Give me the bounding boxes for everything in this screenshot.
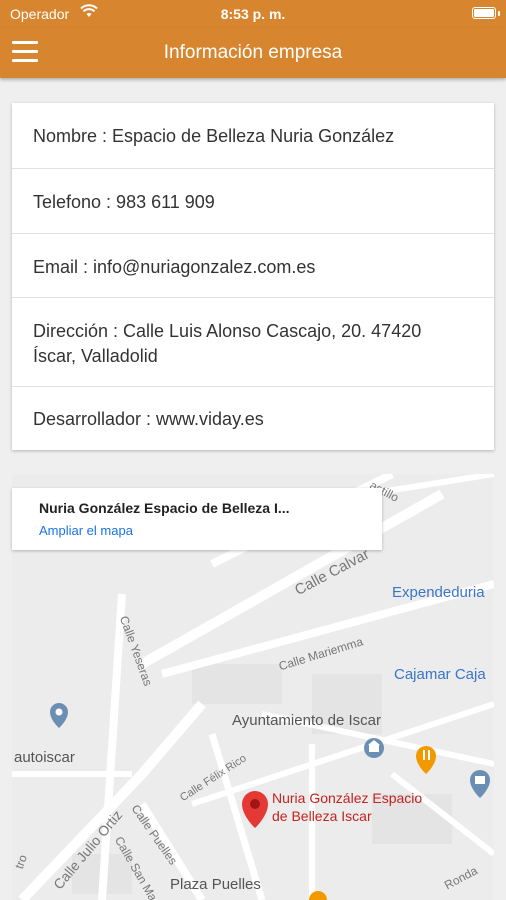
page-title: Información empresa — [163, 42, 343, 63]
map-place-card: Nuria González Espacio de Belleza I... A… — [12, 488, 382, 550]
app-bar: Información empresa — [0, 28, 506, 78]
info-email: Email : info@nuriagonzalez.com.es — [33, 257, 316, 277]
poi-expendeduria[interactable]: Expendeduria — [392, 584, 485, 601]
map-place-name: Nuria González Espacio de Belleza I... — [39, 500, 290, 516]
poi-plaza-puelles: Plaza Puelles — [170, 876, 261, 893]
info-row-phone[interactable]: Telefono : 983 611 909 — [12, 168, 494, 233]
info-row-developer[interactable]: Desarrollador : www.viday.es — [12, 386, 494, 450]
status-bar: Operador 8:53 p. m. — [0, 0, 506, 28]
info-row-address: Dirección : Calle Luis Alonso Cascajo, 2… — [12, 297, 494, 386]
info-address-line2: Íscar, Valladolid — [33, 346, 158, 366]
marker-label-line2[interactable]: de Belleza Iscar — [272, 808, 372, 824]
info-phone: Telefono : 983 611 909 — [33, 192, 215, 212]
poi-ayuntamiento[interactable]: Ayuntamiento de Iscar — [232, 712, 381, 729]
marker-label-line1[interactable]: Nuria González Espacio — [272, 790, 422, 806]
battery-icon — [472, 7, 500, 19]
enlarge-map-link[interactable]: Ampliar el mapa — [39, 523, 133, 538]
company-info-card: Nombre : Espacio de Belleza Nuria Gonzál… — [12, 103, 494, 450]
info-name: Nombre : Espacio de Belleza Nuria Gonzál… — [33, 126, 395, 146]
clock: 8:53 p. m. — [220, 6, 286, 22]
poi-cajamar[interactable]: Cajamar Caja — [394, 666, 486, 683]
poi-autoiscar[interactable]: autoiscar — [14, 749, 75, 766]
info-row-name: Nombre : Espacio de Belleza Nuria Gonzál… — [12, 103, 494, 168]
info-address-line1: Dirección : Calle Luis Alonso Cascajo, 2… — [33, 321, 422, 341]
info-row-email[interactable]: Email : info@nuriagonzalez.com.es — [12, 233, 494, 297]
info-developer: Desarrollador : www.viday.es — [33, 409, 264, 429]
